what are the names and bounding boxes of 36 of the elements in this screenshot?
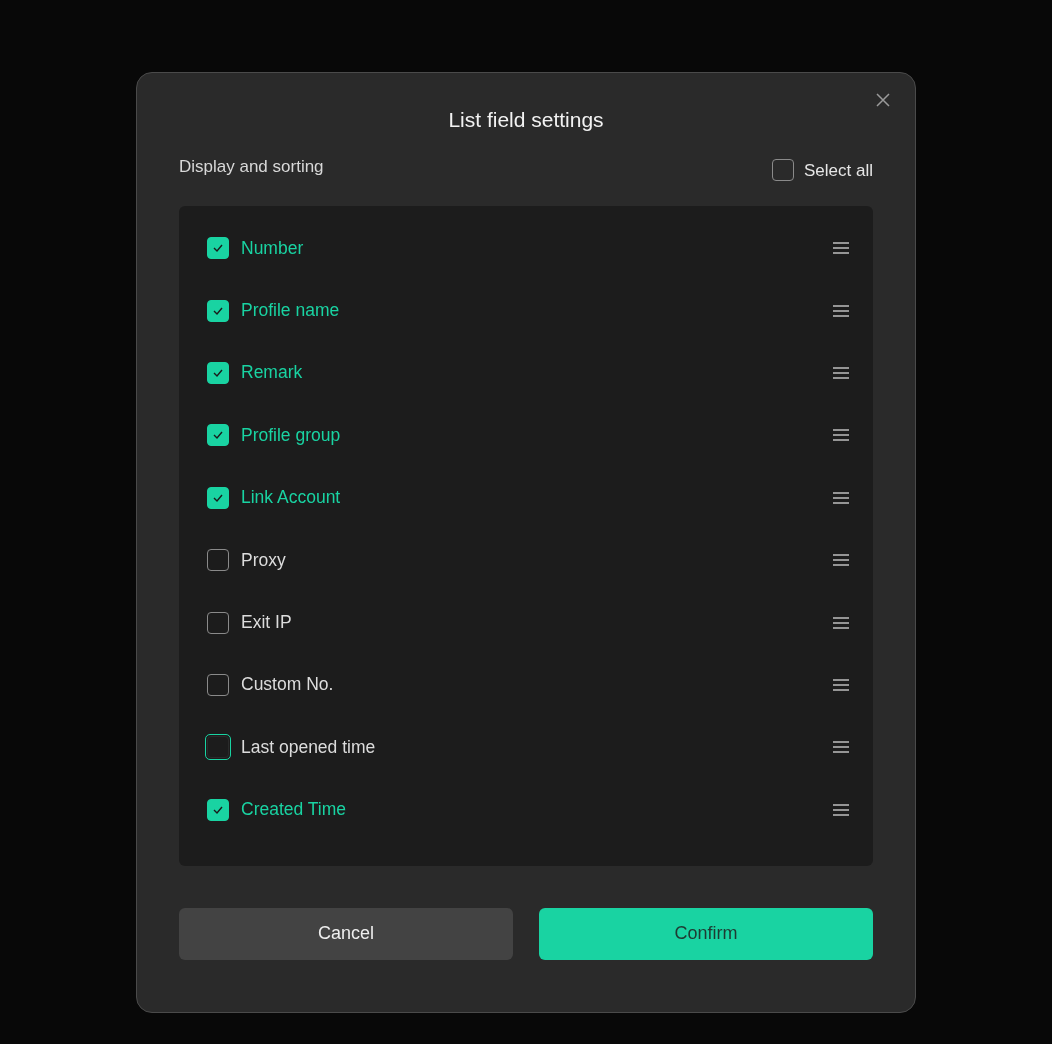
field-label[interactable]: Custom No. <box>241 674 820 696</box>
checkbox[interactable] <box>207 424 229 447</box>
checkbox[interactable] <box>207 611 229 634</box>
drag-handle-icon[interactable] <box>832 615 850 630</box>
field-label[interactable]: Remark <box>241 362 820 384</box>
field-label[interactable]: Proxy <box>241 549 820 571</box>
field-label[interactable]: Created Time <box>241 799 820 821</box>
drag-handle-icon[interactable] <box>832 677 850 692</box>
field-label[interactable]: Last opened time <box>241 736 820 758</box>
drag-handle-icon[interactable] <box>832 740 850 755</box>
confirm-button[interactable]: Confirm <box>539 907 873 960</box>
checkbox[interactable] <box>207 798 229 821</box>
checkbox[interactable] <box>207 673 229 696</box>
drag-handle-icon[interactable] <box>832 241 850 256</box>
checkbox[interactable] <box>772 159 794 181</box>
checkbox[interactable] <box>207 237 229 260</box>
select-all-label[interactable]: Select all <box>804 159 873 183</box>
dialog-title: List field settings <box>447 108 605 132</box>
cancel-button[interactable]: Cancel <box>179 907 513 960</box>
field-label[interactable]: Profile name <box>241 300 820 322</box>
field-label[interactable]: Exit IP <box>241 612 820 634</box>
field-label[interactable]: Number <box>241 237 820 259</box>
drag-handle-icon[interactable] <box>832 490 850 505</box>
drag-handle-icon[interactable] <box>832 303 850 318</box>
checkbox[interactable] <box>207 299 229 322</box>
section-label: Display and sorting <box>179 156 324 178</box>
drag-handle-icon[interactable] <box>832 553 850 568</box>
drag-handle-icon[interactable] <box>832 365 850 380</box>
drag-handle-icon[interactable] <box>832 428 850 443</box>
close-icon[interactable] <box>875 92 891 108</box>
field-label[interactable]: Profile group <box>241 424 820 446</box>
checkbox[interactable] <box>207 486 229 509</box>
checkbox[interactable] <box>207 361 229 384</box>
checkbox[interactable] <box>207 549 229 572</box>
field-label[interactable]: Link Account <box>241 487 820 509</box>
drag-handle-icon[interactable] <box>832 802 850 817</box>
